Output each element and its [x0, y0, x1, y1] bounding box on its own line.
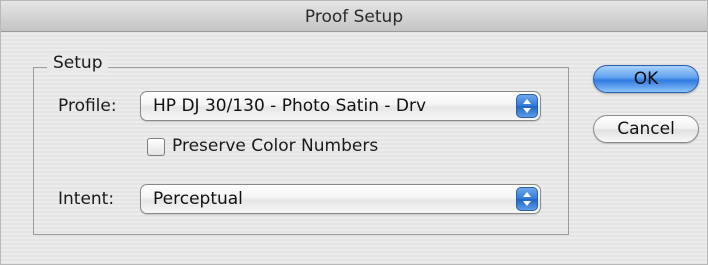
ok-button[interactable]: OK [593, 65, 699, 93]
profile-popup-value: HP DJ 30/130 - Photo Satin - Drv [153, 96, 427, 116]
preserve-color-numbers-label[interactable]: Preserve Color Numbers [172, 136, 378, 156]
intent-label: Intent: [58, 189, 115, 209]
window-title: Proof Setup [1, 1, 707, 32]
setup-group-legend: Setup [47, 53, 109, 73]
profile-popup[interactable]: HP DJ 30/130 - Photo Satin - Drv [140, 91, 541, 121]
cancel-button[interactable]: Cancel [593, 115, 699, 143]
intent-popup-value: Perceptual [153, 189, 243, 209]
up-down-arrows-icon [516, 94, 538, 118]
intent-popup[interactable]: Perceptual [140, 184, 541, 214]
proof-setup-dialog: Proof Setup Setup Profile: HP DJ 30/130 … [0, 0, 708, 265]
profile-label: Profile: [58, 96, 117, 116]
up-down-arrows-icon [516, 187, 538, 211]
preserve-color-numbers-checkbox[interactable] [147, 138, 165, 156]
